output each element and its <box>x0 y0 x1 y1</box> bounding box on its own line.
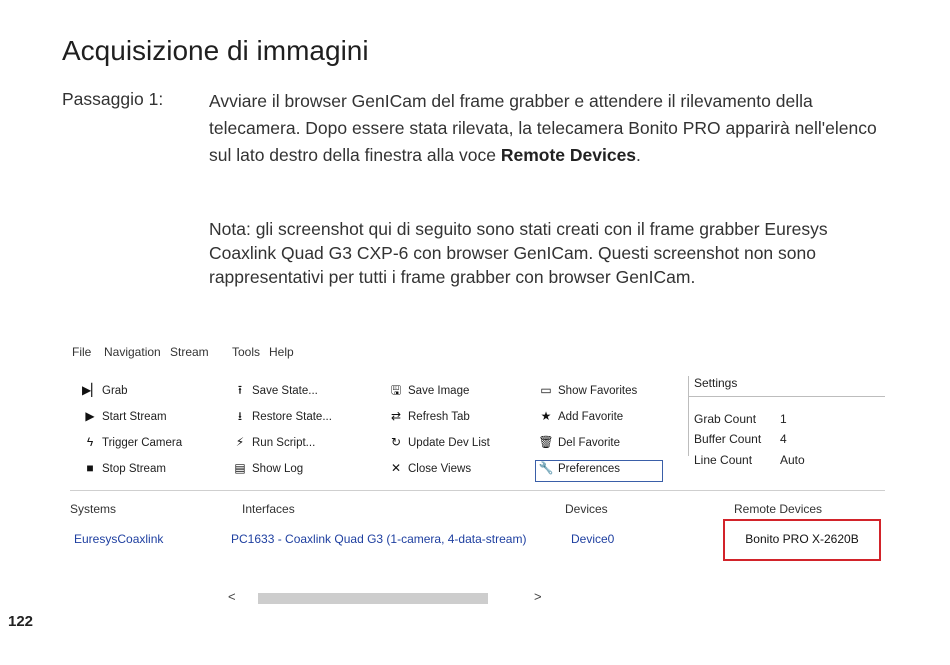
add-favorite-label: Add Favorite <box>558 411 624 423</box>
save-state-label: Save State... <box>252 385 318 397</box>
reload-icon: ↻ <box>390 435 402 449</box>
devices-header: Devices <box>565 502 608 516</box>
add-favorite-button[interactable]: ★ Add Favorite <box>538 407 624 425</box>
settings-row-line-count: Line Count Auto <box>694 453 805 467</box>
grab-count-label: Grab Count <box>694 412 757 426</box>
stop-icon: ■ <box>86 461 94 475</box>
show-favorites-button[interactable]: ▭ Show Favorites <box>538 381 637 399</box>
play-icon: ▶ <box>85 409 95 423</box>
settings-rule <box>688 396 885 397</box>
toolbar: ▶▏ Grab ▶ Start Stream ϟ Trigger Camera ■ St… <box>70 364 885 475</box>
menu-tools[interactable]: Tools <box>232 346 260 359</box>
menu-file[interactable]: File <box>72 346 91 359</box>
start-stream-button[interactable]: ▶ Start Stream <box>82 407 167 425</box>
show-favorites-label: Show Favorites <box>558 385 638 397</box>
star-icon: ★ <box>540 409 552 423</box>
del-favorite-button[interactable]: 🗑 Del Favorite <box>538 433 620 451</box>
stop-stream-button[interactable]: ■ Stop Stream <box>82 459 166 477</box>
horizontal-scrollbar[interactable]: < > <box>228 589 548 605</box>
note-paragraph: Nota: gli screenshot qui di seguito sono… <box>209 219 828 287</box>
update-dev-list-label: Update Dev List <box>408 437 490 449</box>
refresh-tab-button[interactable]: ⇄ Refresh Tab <box>388 407 470 425</box>
interface-item[interactable]: PC1633 - Coaxlink Quad G3 (1-camera, 4-d… <box>231 532 526 546</box>
lightning-icon: ϟ <box>86 435 94 449</box>
settings-heading: Settings <box>694 376 738 390</box>
settings-row-grab-count: Grab Count 1 <box>694 412 787 426</box>
download-icon: ⭳ <box>237 409 243 423</box>
interfaces-header: Interfaces <box>242 502 295 516</box>
remote-device-item[interactable]: Bonito PRO X-2620B <box>725 532 879 546</box>
close-views-label: Close Views <box>408 463 472 475</box>
update-dev-list-button[interactable]: ↻ Update Dev List <box>388 433 490 451</box>
buffer-count-label: Buffer Count <box>694 432 762 446</box>
run-script-label: Run Script... <box>252 437 316 449</box>
stop-stream-label: Stop Stream <box>102 463 166 475</box>
device-item[interactable]: Device0 <box>571 532 614 546</box>
settings-row-buffer-count: Buffer Count 4 <box>694 432 787 446</box>
close-icon: ✕ <box>390 461 402 475</box>
restore-state-button[interactable]: ⭳ Restore State... <box>232 407 332 425</box>
menu-bar: File Navigation Stream Tools Help <box>70 346 885 364</box>
scroll-left-icon[interactable]: < <box>228 589 236 604</box>
page-title: Acquisizione di immagini <box>62 35 369 66</box>
grab-label: Grab <box>102 385 128 397</box>
step-label: Passaggio 1: <box>62 89 164 109</box>
menu-stream[interactable]: Stream <box>170 346 209 359</box>
refresh-icon: ⇄ <box>390 409 402 423</box>
panel-divider <box>70 490 885 491</box>
monitor-icon: ▭ <box>540 383 552 397</box>
menu-navigation[interactable]: Navigation <box>104 346 161 359</box>
run-icon: ⚡ <box>235 435 245 449</box>
scrollbar-thumb[interactable] <box>258 593 488 604</box>
system-item[interactable]: EuresysCoaxlink <box>74 532 163 546</box>
upload-icon: ⭱ <box>237 383 243 397</box>
buffer-count-value[interactable]: 4 <box>780 432 787 446</box>
del-favorite-label: Del Favorite <box>558 437 620 449</box>
remote-device-highlight: Bonito PRO X-2620B <box>723 519 881 561</box>
remote-devices-header: Remote Devices <box>734 502 823 516</box>
step-text-end: . <box>636 145 641 165</box>
trigger-camera-button[interactable]: ϟ Trigger Camera <box>82 433 182 451</box>
save-image-button[interactable]: 🖫 Save Image <box>388 381 470 399</box>
grab-button[interactable]: ▶▏ Grab <box>82 381 128 399</box>
line-count-value[interactable]: Auto <box>780 453 805 467</box>
genicam-browser-screenshot: File Navigation Stream Tools Help ▶▏ Grab… <box>70 346 885 610</box>
show-log-label: Show Log <box>252 463 304 475</box>
refresh-tab-label: Refresh Tab <box>408 411 470 423</box>
menu-help[interactable]: Help <box>269 346 294 359</box>
grab-count-value[interactable]: 1 <box>780 412 787 426</box>
page-number: 122 <box>8 613 34 630</box>
save-state-button[interactable]: ⭱ Save State... <box>232 381 318 399</box>
save-image-label: Save Image <box>408 385 470 397</box>
remote-devices-emphasis: Remote Devices <box>500 145 637 165</box>
log-icon: ▤ <box>234 461 246 475</box>
show-log-button[interactable]: ▤ Show Log <box>232 459 303 477</box>
close-views-button[interactable]: ✕ Close Views <box>388 459 471 477</box>
grab-icon: ▶▏ <box>82 383 101 397</box>
line-count-label: Line Count <box>694 453 753 467</box>
scroll-right-icon[interactable]: > <box>534 589 542 604</box>
systems-header: Systems <box>70 502 117 516</box>
start-stream-label: Start Stream <box>102 411 167 423</box>
step-paragraph: Avviare il browser GenICam del frame gra… <box>209 88 889 169</box>
preferences-focus-frame <box>535 460 663 482</box>
trash-icon: 🗑 <box>538 435 554 449</box>
run-script-button[interactable]: ⚡ Run Script... <box>232 433 316 451</box>
restore-state-label: Restore State... <box>252 411 332 423</box>
trigger-camera-label: Trigger Camera <box>102 437 183 449</box>
floppy-icon: 🖫 <box>390 383 402 397</box>
settings-separator <box>688 376 689 456</box>
